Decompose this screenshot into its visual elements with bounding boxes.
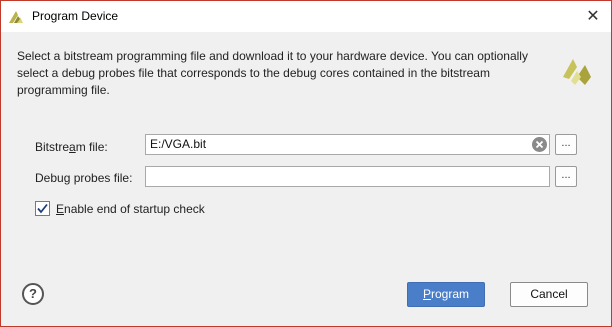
clear-icon[interactable] bbox=[531, 136, 548, 153]
dialog-description: Select a bitstream programming file and … bbox=[17, 49, 528, 97]
xilinx-logo-icon bbox=[563, 59, 591, 85]
bitstream-file-input[interactable]: E:/VGA.bit bbox=[145, 134, 550, 155]
startup-check-label[interactable]: Enable end of startup check bbox=[56, 202, 205, 216]
program-device-dialog: Program Device ✕ Select a bitstream prog… bbox=[0, 0, 612, 327]
debug-probes-file-label: Debug probes file: bbox=[35, 171, 133, 185]
cancel-button[interactable]: Cancel bbox=[510, 282, 588, 307]
bitstream-file-label: Bitstream file: bbox=[35, 140, 108, 154]
window-title: Program Device bbox=[32, 9, 119, 23]
startup-check-checkbox[interactable] bbox=[35, 201, 50, 216]
bitstream-browse-button[interactable]: ... bbox=[555, 134, 577, 155]
checkmark-icon bbox=[37, 203, 48, 214]
debug-probes-file-input[interactable] bbox=[145, 166, 550, 187]
probes-browse-button[interactable]: ... bbox=[555, 166, 577, 187]
title-bar: Program Device ✕ bbox=[1, 1, 611, 32]
program-button[interactable]: Program bbox=[407, 282, 485, 307]
help-icon[interactable]: ? bbox=[22, 283, 44, 305]
close-icon[interactable]: ✕ bbox=[579, 5, 607, 29]
app-logo-icon bbox=[9, 11, 23, 23]
